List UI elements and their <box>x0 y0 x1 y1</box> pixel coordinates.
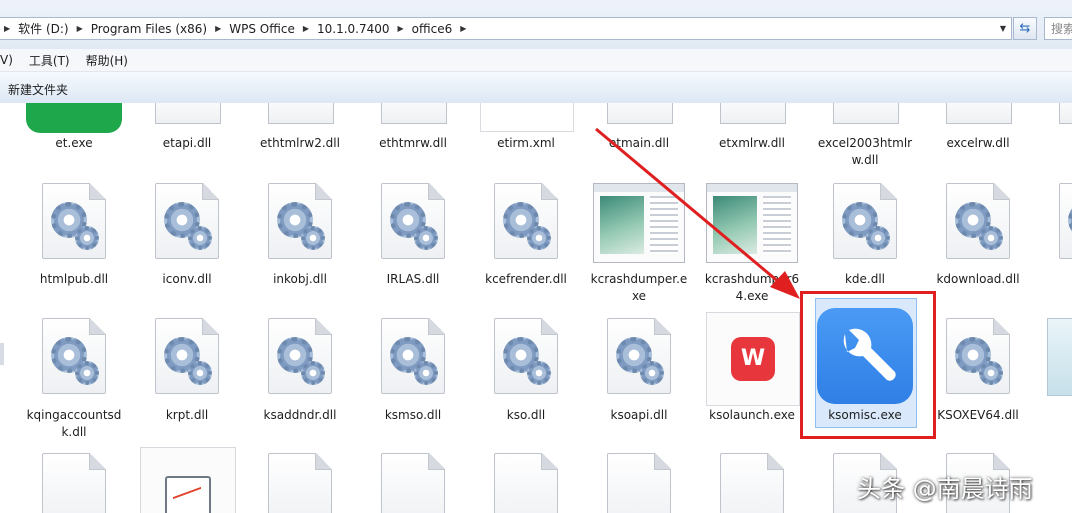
breadcrumb-version[interactable]: 10.1.0.7400 <box>313 18 394 39</box>
watermark-text: 头条 @南晨诗雨 <box>857 475 1033 503</box>
menu-help[interactable]: 帮助(H) <box>78 52 136 69</box>
menu-tools[interactable]: 工具(T) <box>21 52 78 69</box>
breadcrumb-wps-office[interactable]: WPS Office <box>225 18 299 39</box>
menu-view[interactable]: V) <box>0 53 21 67</box>
file-view: et.exe etapi.dll ethtmlrw2.dll ethtmrw.dll e… <box>0 103 1072 513</box>
address-dropdown-icon[interactable]: ▼ <box>1000 24 1006 33</box>
search-input[interactable]: 搜索 <box>1044 17 1072 40</box>
breadcrumb-program-files[interactable]: Program Files (x86) <box>87 18 211 39</box>
address-bar[interactable]: ▶ 软件 (D:) ▶ Program Files (x86) ▶ WPS Of… <box>0 17 1012 40</box>
breadcrumb-arrow-icon[interactable]: ▶ <box>211 24 225 33</box>
refresh-button[interactable]: ⇆ <box>1013 17 1037 40</box>
breadcrumb-arrow-icon[interactable]: ▶ <box>73 24 87 33</box>
command-bar: 新建文件夹 <box>0 72 1072 104</box>
breadcrumb-arrow-icon[interactable]: ▶ <box>299 24 313 33</box>
breadcrumb-arrow-icon[interactable]: ▶ <box>456 24 470 33</box>
menu-bar: V) 工具(T) 帮助(H) <box>0 49 1072 72</box>
new-folder-button[interactable]: 新建文件夹 <box>8 81 68 98</box>
refresh-icon: ⇆ <box>1019 21 1031 36</box>
breadcrumb-arrow-icon[interactable]: ▶ <box>394 24 408 33</box>
breadcrumb-drive[interactable]: 软件 (D:) <box>14 18 72 39</box>
breadcrumb-arrow-icon: ▶ <box>4 24 11 33</box>
annotation-arrow <box>595 127 800 299</box>
breadcrumb-office6[interactable]: office6 <box>408 18 457 39</box>
